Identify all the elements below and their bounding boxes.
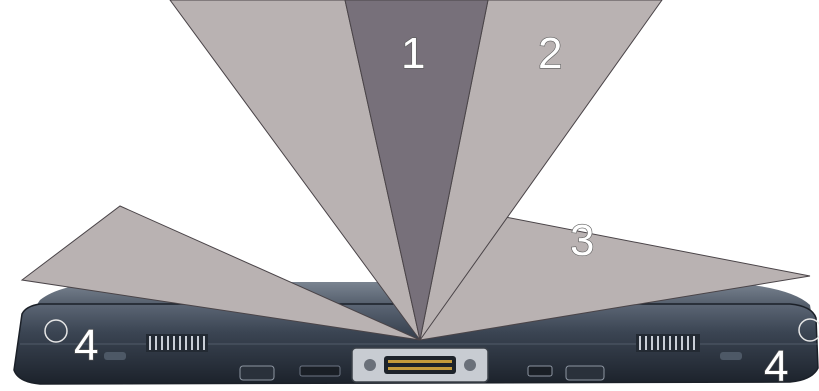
left-indent [104,352,126,360]
left-slot [299,365,341,377]
left-vent [146,334,208,352]
label-3: 3 [570,216,594,265]
label-1: 1 [401,29,425,78]
docking-connector [351,347,489,383]
usb-port [527,365,553,377]
label-2: 2 [538,29,562,78]
laptop-angle-diagram: 1 2 3 4 4 [0,0,819,391]
right-vent [636,334,700,352]
left-latch [239,365,275,381]
right-latch [565,365,605,381]
label-4-right: 4 [764,342,788,391]
right-indent [720,352,742,360]
label-4-left: 4 [74,321,98,370]
diagram-canvas: 1 2 3 4 4 [13,0,819,391]
